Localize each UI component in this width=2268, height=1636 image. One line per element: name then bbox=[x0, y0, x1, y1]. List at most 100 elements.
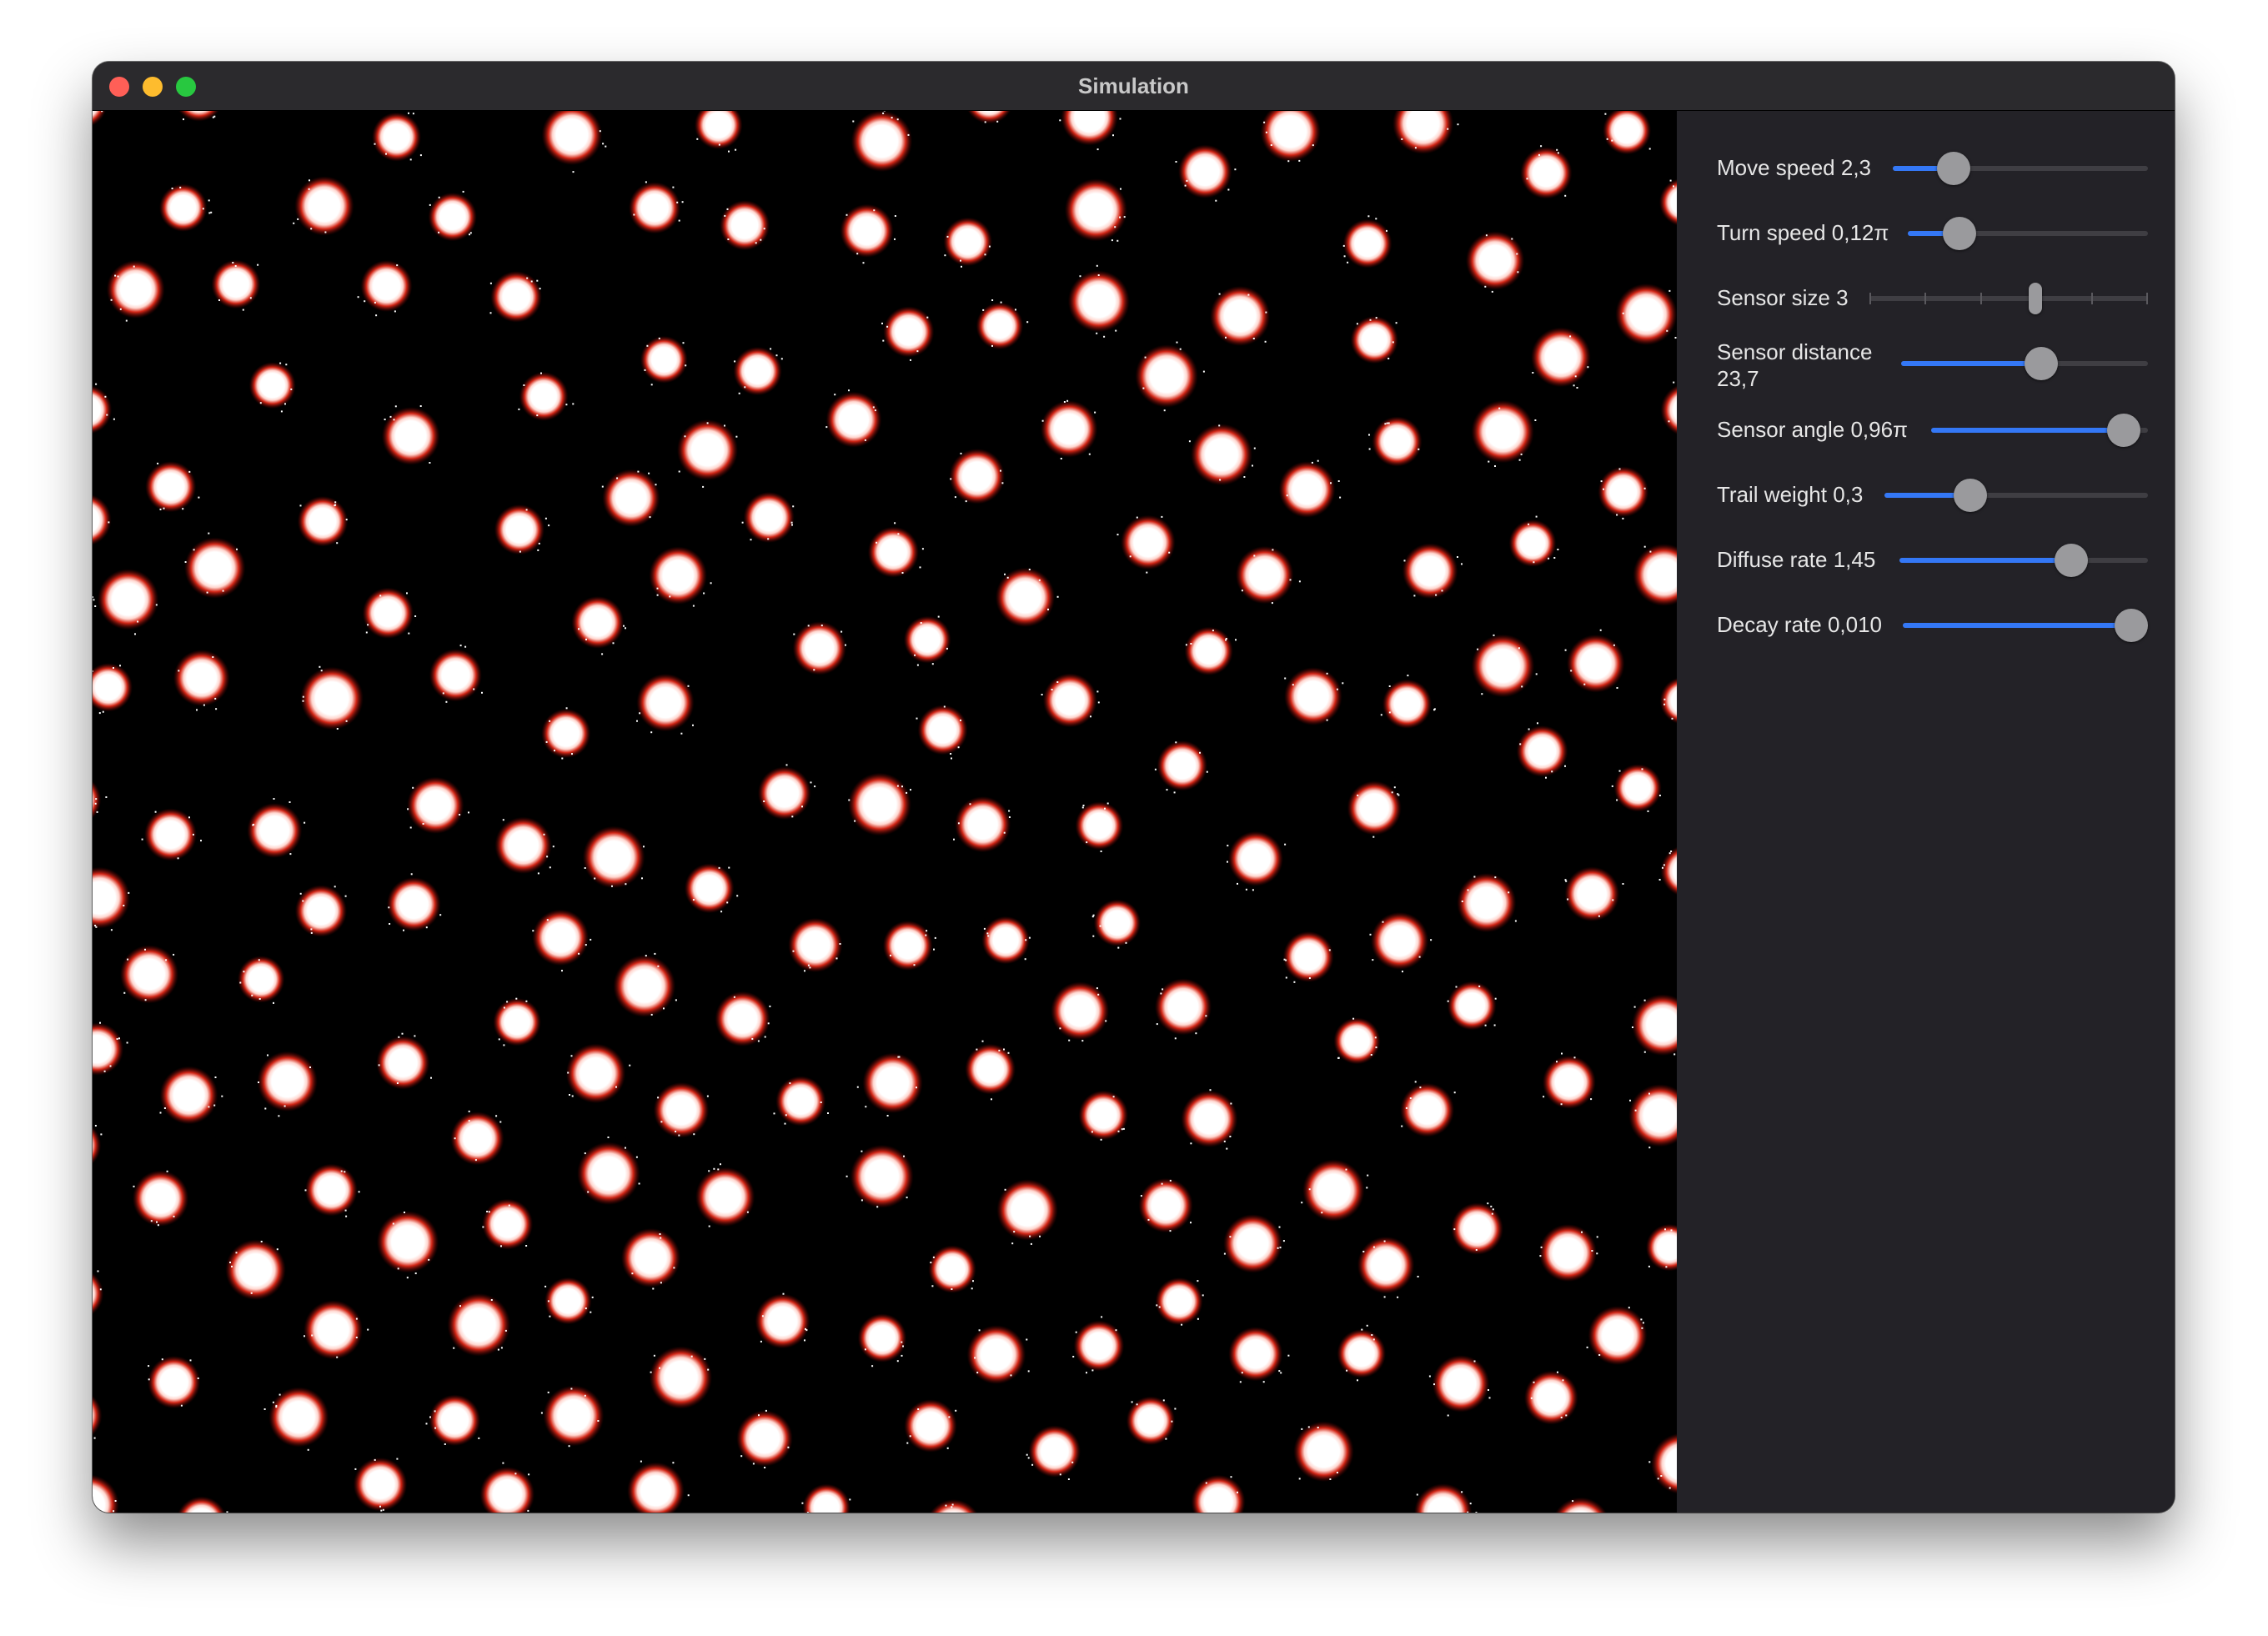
agent-particle bbox=[1447, 1414, 1449, 1417]
agent-particle bbox=[735, 148, 737, 151]
trail-spot bbox=[145, 461, 197, 513]
slider-knob[interactable] bbox=[2029, 283, 2042, 314]
trail-spot bbox=[757, 766, 811, 821]
agent-particle bbox=[848, 389, 850, 392]
agent-particle bbox=[1030, 1242, 1032, 1245]
agent-particle bbox=[1648, 1461, 1651, 1463]
agent-particle bbox=[1329, 1478, 1332, 1480]
agent-particle bbox=[137, 620, 139, 623]
agent-particle bbox=[1581, 1231, 1583, 1233]
agent-particle bbox=[442, 692, 444, 695]
agent-particle bbox=[1119, 216, 1121, 218]
sensor-angle-slider[interactable] bbox=[1931, 403, 2148, 456]
trail-spot bbox=[848, 772, 911, 836]
agent-particle bbox=[1375, 1046, 1377, 1049]
trail-spot bbox=[1191, 1474, 1246, 1513]
trail-spot bbox=[883, 306, 935, 358]
slider-knob[interactable] bbox=[2025, 347, 2058, 380]
decay-rate-slider[interactable] bbox=[1903, 598, 2148, 651]
agent-particle bbox=[118, 1037, 120, 1040]
agent-particle bbox=[1096, 148, 1099, 151]
turn-speed-slider[interactable] bbox=[1908, 206, 2148, 259]
agent-particle bbox=[110, 299, 113, 301]
agent-particle bbox=[545, 740, 548, 743]
simulation-canvas[interactable] bbox=[93, 111, 1677, 1513]
agent-particle bbox=[1570, 670, 1573, 672]
agent-particle bbox=[259, 402, 262, 404]
turn-speed-label: Turn speed 0,12π bbox=[1717, 220, 1889, 245]
sensor-size-row: Sensor size 3 bbox=[1677, 271, 2175, 324]
agent-particle bbox=[792, 950, 795, 952]
agent-particle bbox=[394, 310, 396, 313]
move-speed-slider[interactable] bbox=[1893, 141, 2148, 194]
trail-map bbox=[93, 111, 1677, 1513]
agent-particle bbox=[202, 208, 204, 210]
agent-particle bbox=[319, 665, 321, 668]
agent-particle bbox=[1218, 424, 1221, 427]
agent-particle bbox=[702, 485, 705, 488]
slider-knob[interactable] bbox=[1954, 479, 1987, 512]
agent-particle bbox=[886, 325, 889, 328]
trail-spot bbox=[1154, 978, 1212, 1036]
agent-particle bbox=[1564, 765, 1566, 767]
trail-spot bbox=[93, 1474, 119, 1513]
trail-spot bbox=[93, 1127, 102, 1165]
agent-particle bbox=[644, 369, 646, 371]
agent-particle bbox=[159, 1112, 162, 1114]
agent-particle bbox=[971, 1287, 973, 1290]
agent-particle bbox=[336, 542, 339, 544]
agent-particle bbox=[750, 539, 752, 541]
trail-spot bbox=[1465, 231, 1525, 290]
sensor-distance-slider[interactable] bbox=[1901, 336, 2148, 389]
agent-particle bbox=[1086, 841, 1088, 844]
agent-particle bbox=[1096, 332, 1098, 334]
agent-particle bbox=[119, 308, 122, 310]
slider-knob[interactable] bbox=[2055, 544, 2088, 577]
agent-particle bbox=[1392, 341, 1394, 344]
agent-particle bbox=[1413, 595, 1416, 597]
agent-particle bbox=[1668, 852, 1671, 855]
agent-particle bbox=[809, 966, 811, 969]
agent-particle bbox=[625, 1147, 626, 1149]
slider-knob[interactable] bbox=[2107, 414, 2140, 447]
trail-spot bbox=[1121, 514, 1176, 570]
agent-particle bbox=[1519, 743, 1522, 745]
agent-particle bbox=[890, 954, 891, 956]
agent-particle bbox=[896, 785, 899, 787]
agent-particle bbox=[1649, 550, 1652, 553]
agent-particle bbox=[478, 1437, 480, 1439]
agent-particle bbox=[1311, 461, 1313, 464]
agent-particle bbox=[1488, 460, 1490, 463]
agent-particle bbox=[951, 757, 952, 760]
agent-particle bbox=[537, 549, 539, 551]
agent-particle bbox=[1457, 123, 1459, 126]
agent-particle bbox=[1564, 879, 1567, 881]
slider-knob[interactable] bbox=[2115, 609, 2148, 642]
agent-particle bbox=[1173, 791, 1176, 794]
agent-particle bbox=[1308, 1188, 1311, 1191]
agent-particle bbox=[983, 927, 986, 930]
trail-spot bbox=[479, 1467, 535, 1513]
trail-spot bbox=[1051, 981, 1110, 1041]
agent-particle bbox=[782, 1292, 785, 1295]
agent-particle bbox=[726, 901, 729, 904]
trail-weight-slider[interactable] bbox=[1884, 468, 2148, 521]
agent-particle bbox=[724, 214, 726, 217]
trail-spot bbox=[967, 111, 1011, 124]
slider-knob[interactable] bbox=[1943, 217, 1976, 250]
trail-spot bbox=[965, 1043, 1016, 1095]
trail-spot bbox=[627, 1462, 685, 1513]
trail-spot bbox=[1531, 327, 1591, 388]
agent-particle bbox=[650, 1013, 653, 1016]
sensor-size-slider[interactable] bbox=[1869, 271, 2148, 324]
trail-spot bbox=[1633, 544, 1677, 606]
slider-knob[interactable] bbox=[1937, 152, 1970, 185]
title-bar[interactable]: Simulation bbox=[93, 62, 2175, 111]
agent-particle bbox=[1059, 1027, 1061, 1030]
agent-particle bbox=[1668, 1487, 1671, 1489]
diffuse-rate-slider[interactable] bbox=[1899, 533, 2148, 586]
agent-particle bbox=[720, 911, 723, 913]
agent-particle bbox=[1105, 1020, 1107, 1022]
agent-particle bbox=[95, 383, 98, 385]
trail-spot bbox=[248, 362, 296, 409]
